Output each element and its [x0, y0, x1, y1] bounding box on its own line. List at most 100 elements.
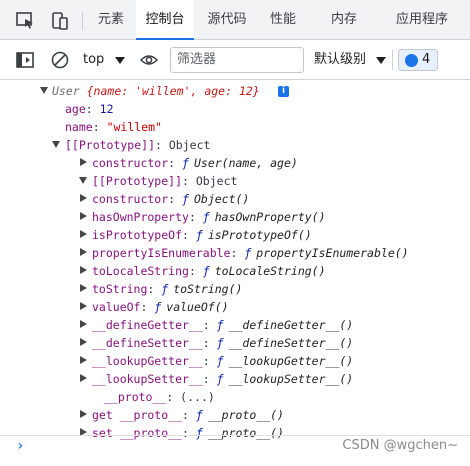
property-key: toLocaleString: [92, 264, 189, 278]
prototype-method-row[interactable]: isPrototypeOf: ƒ isPrototypeOf(): [92, 226, 312, 244]
expand-arrow-icon[interactable]: [80, 194, 87, 202]
tab-elements[interactable]: 元素: [88, 0, 134, 40]
expand-arrow-icon[interactable]: [80, 374, 87, 382]
prototype-method-row[interactable]: valueOf: ƒ valueOf(): [92, 298, 229, 316]
clear-console-icon[interactable]: [49, 49, 71, 71]
prototype-method-row[interactable]: propertyIsEnumerable: ƒ propertyIsEnumera…: [92, 244, 409, 262]
expand-arrow-icon[interactable]: [80, 302, 87, 310]
property-value: Object: [195, 174, 238, 188]
watermark: CSDN @wgchen~: [342, 438, 458, 453]
expand-arrow-icon[interactable]: [80, 158, 87, 166]
expand-arrow-icon[interactable]: [80, 410, 87, 418]
property-value: __proto__(): [207, 408, 284, 422]
property-value: __lookupSetter__(): [228, 372, 354, 386]
property-value: propertyIsEnumerable(): [256, 246, 409, 260]
tab-memory[interactable]: 内存: [322, 0, 366, 40]
context-selector-label: top: [83, 52, 105, 67]
toolbar-separator: [392, 50, 393, 70]
function-keyword: ƒ: [195, 408, 203, 422]
message-count-badge[interactable]: 4: [398, 49, 438, 71]
get-proto-node[interactable]: get __proto__: ƒ __proto__(): [92, 406, 284, 424]
expand-arrow-icon[interactable]: [80, 266, 87, 274]
function-keyword: ƒ: [195, 228, 203, 242]
prototype-method-row[interactable]: __defineSetter__: ƒ __defineSetter__(): [92, 334, 353, 352]
function-keyword: ƒ: [244, 246, 252, 260]
tab-performance[interactable]: 性能: [262, 0, 304, 40]
expand-arrow-icon[interactable]: [80, 356, 87, 364]
expand-arrow-icon[interactable]: [80, 212, 87, 220]
proto-accessor-node[interactable]: __proto__: (...): [104, 388, 215, 406]
chevron-down-icon: [376, 57, 386, 64]
log-level-label: 默认级别: [314, 52, 367, 67]
expand-arrow-icon[interactable]: [80, 320, 87, 328]
expand-arrow-icon[interactable]: [80, 248, 87, 256]
message-icon: [405, 54, 418, 67]
collapse-arrow-icon[interactable]: [40, 87, 48, 94]
property-key: [[Prototype]]: [92, 174, 183, 188]
property-value: isPrototypeOf(): [207, 228, 312, 242]
property-value: User(name, age): [193, 156, 298, 170]
prototype-method-row[interactable]: constructor: ƒ Object(): [92, 190, 249, 208]
property-value: Object: [168, 138, 211, 152]
message-count: 4: [422, 52, 431, 67]
property-value: "willem": [106, 120, 162, 134]
prototype-node[interactable]: [[Prototype]]: Object: [92, 172, 237, 190]
tab-sources[interactable]: 源代码: [198, 0, 256, 40]
object-preview: {name: 'willem', age: 12}: [86, 84, 260, 98]
log-level-dropdown[interactable]: 默认级别: [314, 48, 388, 72]
console-toolbar: top 筛选器 默认级别 4: [0, 40, 470, 80]
function-keyword: ƒ: [202, 264, 210, 278]
collapse-arrow-icon[interactable]: [52, 141, 60, 148]
property-key: __lookupSetter__: [92, 372, 203, 386]
tab-console[interactable]: 控制台: [136, 0, 194, 40]
property-value: __lookupGetter__(): [228, 354, 354, 368]
property-key: constructor: [92, 192, 169, 206]
show-sidebar-icon[interactable]: [14, 49, 36, 71]
collapse-arrow-icon[interactable]: [79, 177, 87, 184]
property-key: get __proto__: [92, 408, 183, 422]
prototype-method-row[interactable]: __lookupSetter__: ƒ __lookupSetter__(): [92, 370, 353, 388]
device-toolbar-icon[interactable]: [49, 10, 71, 32]
object-summary[interactable]: User {name: 'willem', age: 12}: [52, 82, 260, 100]
property-key: __defineSetter__: [92, 336, 203, 350]
chevron-down-icon: [115, 57, 125, 64]
expand-arrow-icon[interactable]: [80, 338, 87, 346]
info-icon[interactable]: i: [278, 86, 289, 97]
prototype-method-row[interactable]: __defineGetter__: ƒ __defineGetter__(): [92, 316, 353, 334]
property-key: isPrototypeOf: [92, 228, 183, 242]
prototype-method-row[interactable]: toLocaleString: ƒ toLocaleString(): [92, 262, 326, 280]
prompt-chevron-icon: ›: [16, 438, 25, 454]
prototype-method-row[interactable]: hasOwnProperty: ƒ hasOwnProperty(): [92, 208, 326, 226]
property-value: __defineGetter__(): [228, 318, 354, 332]
property-value: 12: [99, 102, 114, 116]
property-key: constructor: [92, 156, 169, 170]
property-value: __defineSetter__(): [228, 336, 354, 350]
prototype-method-row[interactable]: toString: ƒ toString(): [92, 280, 242, 298]
inspect-element-icon[interactable]: [14, 10, 36, 32]
property-age: age: 12: [65, 102, 114, 116]
property-value: toLocaleString(): [214, 264, 326, 278]
tab-separator: [82, 12, 83, 30]
expand-arrow-icon[interactable]: [80, 284, 87, 292]
function-keyword: ƒ: [216, 318, 224, 332]
property-key: propertyIsEnumerable: [92, 246, 231, 260]
console-output: User {name: 'willem', age: 12} i age: 12…: [0, 80, 470, 466]
expand-arrow-icon[interactable]: [80, 230, 87, 238]
prototype-node[interactable]: [[Prototype]]: Object: [65, 136, 210, 154]
filter-input[interactable]: 筛选器: [170, 47, 304, 73]
property-value: toString(): [173, 282, 243, 296]
devtools-tab-bar: 元素 控制台 源代码 性能 内存 应用程序: [0, 0, 470, 40]
property-key: age: [65, 102, 86, 116]
prototype-method-row[interactable]: __lookupGetter__: ƒ __lookupGetter__(): [92, 352, 353, 370]
function-keyword: ƒ: [182, 156, 189, 170]
live-expression-eye-icon[interactable]: [138, 49, 160, 71]
property-key: hasOwnProperty: [92, 210, 189, 224]
property-key: valueOf: [92, 300, 141, 314]
property-key: __defineGetter__: [92, 318, 203, 332]
context-selector[interactable]: top: [78, 48, 130, 72]
tab-application[interactable]: 应用程序: [384, 0, 460, 40]
constructor-node[interactable]: constructor: ƒ User(name, age): [92, 154, 298, 172]
function-keyword: ƒ: [182, 192, 189, 206]
function-keyword: ƒ: [216, 336, 224, 350]
property-key: __proto__: [104, 390, 167, 404]
